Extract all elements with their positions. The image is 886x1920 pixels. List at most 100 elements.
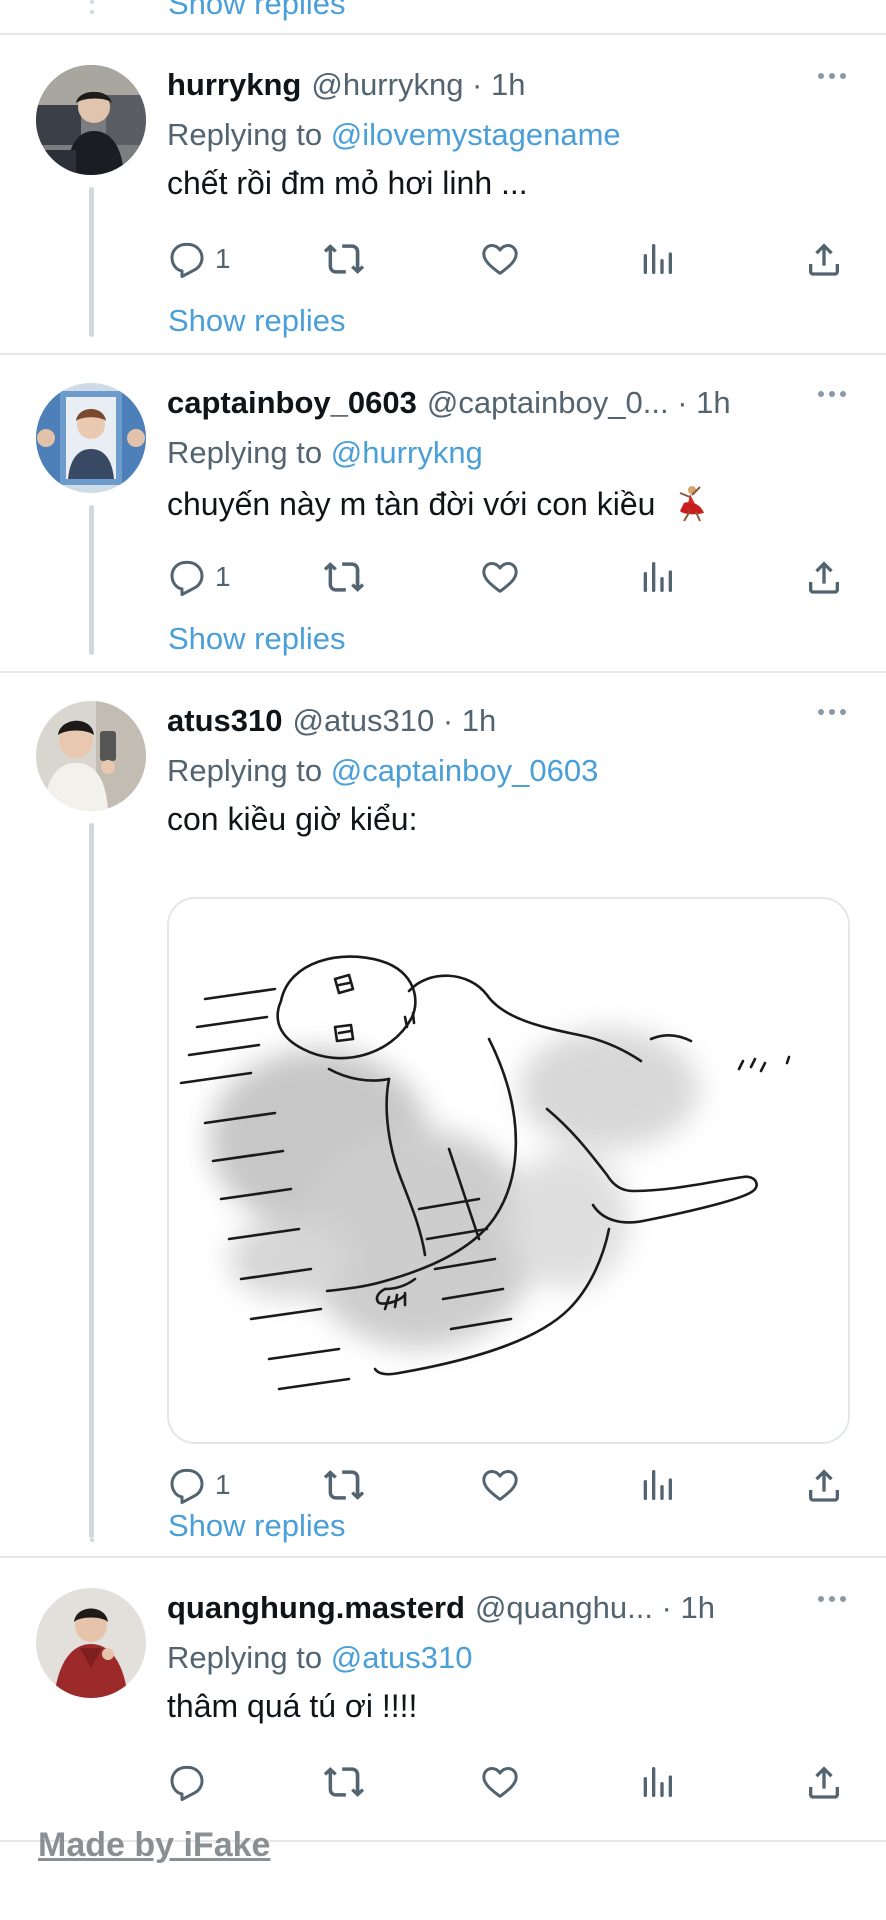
display-name[interactable]: hurrykng xyxy=(167,67,301,103)
replying-prefix: Replying to xyxy=(167,753,323,788)
tweet-header: atus310 @atus310 · 1h xyxy=(167,703,846,747)
more-icon[interactable] xyxy=(818,709,846,715)
action-bar xyxy=(167,1760,847,1804)
reply-count: 1 xyxy=(215,243,231,274)
views-button[interactable] xyxy=(637,555,677,599)
retweet-icon xyxy=(322,237,366,281)
replying-to-link[interactable]: @hurrykng xyxy=(331,435,483,470)
views-icon xyxy=(637,1762,677,1802)
retweet-icon xyxy=(322,1463,366,1507)
avatar[interactable] xyxy=(36,65,146,175)
dancer-emoji-icon xyxy=(679,486,705,522)
share-button[interactable] xyxy=(804,1760,844,1804)
display-name[interactable]: captainboy_0603 xyxy=(167,385,417,421)
tweet-item[interactable]: quanghung.masterd @quanghu... · 1h Reply… xyxy=(0,1560,886,1842)
tweet-text: chuyến này m tàn đời với con kiều xyxy=(167,483,710,523)
share-icon xyxy=(804,1465,844,1505)
reply-count: 1 xyxy=(215,561,231,592)
replying-to-link[interactable]: @captainboy_0603 xyxy=(331,753,599,788)
display-name[interactable]: atus310 xyxy=(167,703,282,739)
handle-and-time: @captainboy_0... · 1h xyxy=(426,385,731,420)
views-icon xyxy=(637,239,677,279)
reply-button[interactable]: 1 xyxy=(167,555,231,599)
action-bar: 1 xyxy=(167,1463,847,1507)
replying-to: Replying to @captainboy_0603 xyxy=(167,753,598,789)
reply-icon xyxy=(167,1762,207,1802)
like-button[interactable] xyxy=(480,1463,520,1507)
action-bar: 1 xyxy=(167,237,847,281)
show-replies-link[interactable]: Show replies xyxy=(168,1508,345,1544)
retweet-button[interactable] xyxy=(322,237,366,281)
thread-dots xyxy=(90,312,94,336)
views-icon xyxy=(637,557,677,597)
reply-button[interactable]: 1 xyxy=(167,237,231,281)
reply-icon xyxy=(167,1465,207,1505)
watermark-link[interactable]: Made by iFake xyxy=(38,1826,270,1865)
replying-to: Replying to @atus310 xyxy=(167,1640,473,1676)
views-icon xyxy=(637,1465,677,1505)
replying-prefix: Replying to xyxy=(167,1640,323,1675)
action-bar: 1 xyxy=(167,555,847,599)
tweet-header: hurrykng @hurrykng · 1h xyxy=(167,67,846,111)
retweet-icon xyxy=(322,1760,366,1804)
views-button[interactable] xyxy=(637,1760,677,1804)
tweet-text: chết rồi đm mỏ hơi linh ... xyxy=(167,165,528,201)
share-button[interactable] xyxy=(804,237,844,281)
more-icon[interactable] xyxy=(818,73,846,79)
previous-tweet-fragment: Show replies xyxy=(0,0,886,35)
retweet-button[interactable] xyxy=(322,1463,366,1507)
tweet-item[interactable]: hurrykng @hurrykng · 1h Replying to @ilo… xyxy=(0,37,886,355)
reply-button[interactable]: 1 xyxy=(167,1463,231,1507)
replying-to: Replying to @ilovemystagename xyxy=(167,117,621,153)
replying-to-link[interactable]: @atus310 xyxy=(331,1640,473,1675)
like-icon xyxy=(480,557,520,597)
share-button[interactable] xyxy=(804,555,844,599)
thread-dots xyxy=(90,630,94,654)
replying-prefix: Replying to xyxy=(167,117,323,152)
retweet-icon xyxy=(322,555,366,599)
show-replies-link[interactable]: Show replies xyxy=(168,303,345,339)
avatar[interactable] xyxy=(36,1588,146,1698)
handle-and-time: @quanghu... · 1h xyxy=(474,1590,715,1625)
thread-dots xyxy=(90,1518,94,1542)
show-replies-link[interactable]: Show replies xyxy=(168,0,345,22)
share-button[interactable] xyxy=(804,1463,844,1507)
tweet-item[interactable]: captainboy_0603 @captainboy_0... · 1h Re… xyxy=(0,355,886,673)
avatar[interactable] xyxy=(36,701,146,811)
tweet-item[interactable]: atus310 @atus310 · 1h Replying to @capta… xyxy=(0,673,886,1558)
like-icon xyxy=(480,1465,520,1505)
retweet-button[interactable] xyxy=(322,1760,366,1804)
thread-dots xyxy=(90,0,94,14)
share-icon xyxy=(804,239,844,279)
replying-to-link[interactable]: @ilovemystagename xyxy=(331,117,621,152)
tweet-text: con kiều giờ kiểu: xyxy=(167,801,418,837)
like-button[interactable] xyxy=(480,237,520,281)
more-icon[interactable] xyxy=(818,391,846,397)
show-replies-link[interactable]: Show replies xyxy=(168,621,345,657)
like-button[interactable] xyxy=(480,555,520,599)
replying-prefix: Replying to xyxy=(167,435,323,470)
views-button[interactable] xyxy=(637,237,677,281)
reply-icon xyxy=(167,239,207,279)
handle-and-time: @atus310 · 1h xyxy=(292,703,497,738)
like-icon xyxy=(480,239,520,279)
tweet-media-image[interactable] xyxy=(167,897,850,1444)
retweet-button[interactable] xyxy=(322,555,366,599)
reply-button[interactable] xyxy=(167,1760,207,1804)
like-button[interactable] xyxy=(480,1760,520,1804)
tweet-text: thâm quá tú ơi !!!! xyxy=(167,1688,418,1724)
views-button[interactable] xyxy=(637,1463,677,1507)
tweet-header: captainboy_0603 @captainboy_0... · 1h xyxy=(167,385,846,429)
share-icon xyxy=(804,557,844,597)
like-icon xyxy=(480,1762,520,1802)
replying-to: Replying to @hurrykng xyxy=(167,435,483,471)
reply-icon xyxy=(167,557,207,597)
handle-and-time: @hurrykng · 1h xyxy=(311,67,526,102)
avatar[interactable] xyxy=(36,383,146,493)
reply-count: 1 xyxy=(215,1469,231,1500)
thread-line xyxy=(89,823,94,1538)
tweet-header: quanghung.masterd @quanghu... · 1h xyxy=(167,1590,846,1634)
more-icon[interactable] xyxy=(818,1596,846,1602)
share-icon xyxy=(804,1762,844,1802)
display-name[interactable]: quanghung.masterd xyxy=(167,1590,465,1626)
